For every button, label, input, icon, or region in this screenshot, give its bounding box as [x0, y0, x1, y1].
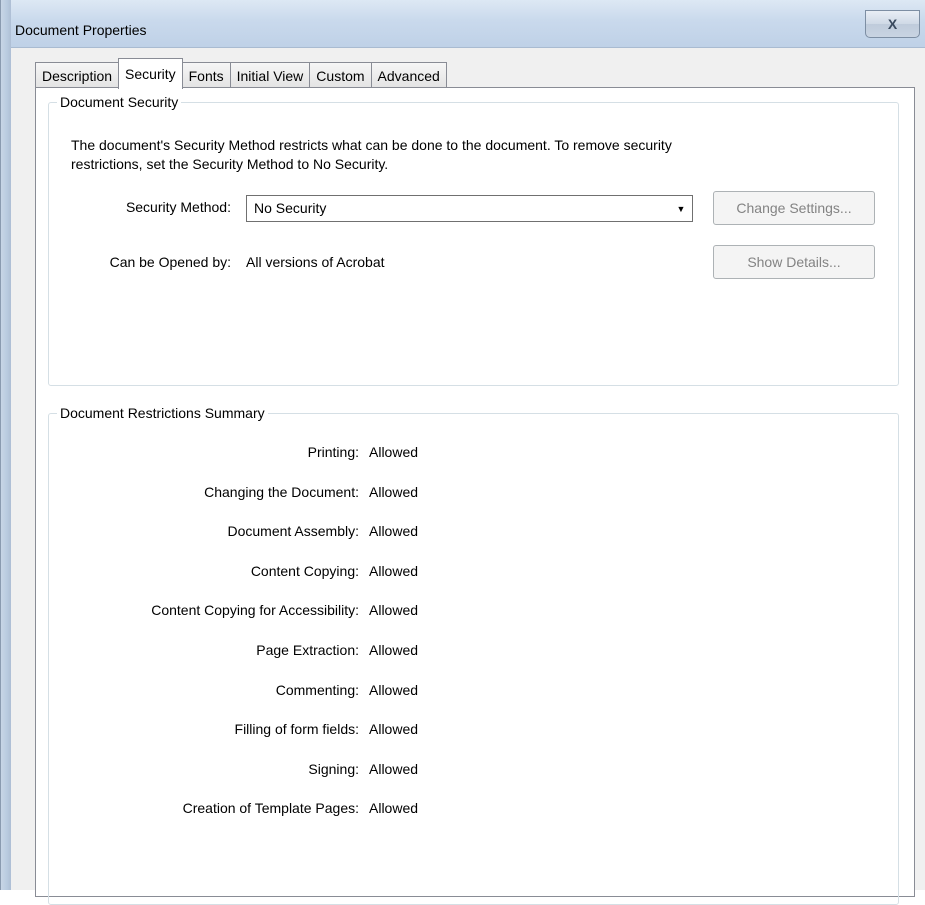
filling-form-fields-value: Allowed	[369, 721, 419, 737]
tab-fonts[interactable]: Fonts	[181, 62, 231, 88]
signing-value: Allowed	[369, 761, 419, 777]
security-method-label: Security Method:	[125, 199, 231, 215]
can-be-opened-by-value: All versions of Acrobat	[246, 254, 385, 270]
security-tab-pane: Document Security The document's Securit…	[35, 87, 915, 905]
creation-template-pages-value: Allowed	[369, 800, 419, 816]
content-copying-accessibility-value: Allowed	[369, 602, 419, 618]
changing-document-label: Changing the Document:	[204, 484, 359, 500]
document-assembly-label: Document Assembly:	[227, 523, 360, 539]
window-left-border	[1, 0, 11, 890]
tab-description[interactable]: Description	[35, 62, 120, 88]
document-properties-window: Document Properties X Description Securi…	[0, 0, 925, 905]
security-description: The document's Security Method restricts…	[71, 136, 831, 174]
document-assembly-value: Allowed	[369, 523, 419, 539]
tab-advanced[interactable]: Advanced	[370, 62, 447, 88]
filling-form-fields-label: Filling of form fields:	[234, 721, 359, 737]
creation-template-pages-label: Creation of Template Pages:	[182, 800, 359, 816]
chevron-down-icon[interactable]: ▼	[670, 196, 692, 221]
title-bar[interactable]: Document Properties X	[1, 0, 925, 48]
close-icon: X	[887, 16, 898, 32]
security-method-value: No Security	[254, 200, 327, 216]
restrictions-summary-legend: Document Restrictions Summary	[60, 405, 265, 421]
page-extraction-value: Allowed	[369, 642, 419, 658]
signing-label: Signing:	[308, 761, 359, 777]
tab-custom[interactable]: Custom	[309, 62, 372, 88]
dialog-client-area: Description Security Fonts Initial View …	[11, 48, 925, 905]
close-button[interactable]: X	[865, 10, 920, 38]
tab-initial-view[interactable]: Initial View	[229, 62, 311, 88]
security-description-line-2: restrictions, set the Security Method to…	[71, 156, 389, 172]
window-title: Document Properties	[15, 22, 147, 38]
content-copying-accessibility-label: Content Copying for Accessibility:	[151, 602, 359, 618]
changing-document-value: Allowed	[369, 484, 419, 500]
commenting-value: Allowed	[369, 682, 419, 698]
tab-strip: Description Security Fonts Initial View …	[35, 58, 447, 89]
security-description-line-1: The document's Security Method restricts…	[71, 137, 672, 153]
document-security-legend: Document Security	[60, 94, 179, 110]
tab-security[interactable]: Security	[118, 58, 183, 89]
change-settings-button[interactable]: Change Settings...	[713, 191, 875, 225]
page-extraction-label: Page Extraction:	[256, 642, 359, 658]
content-copying-value: Allowed	[369, 563, 419, 579]
printing-label: Printing:	[307, 444, 359, 460]
can-be-opened-by-label: Can be Opened by:	[109, 254, 231, 270]
security-method-select[interactable]: No Security ▼	[246, 195, 693, 222]
commenting-label: Commenting:	[275, 682, 359, 698]
document-security-group: Document Security The document's Securit…	[48, 94, 899, 386]
content-copying-label: Content Copying:	[250, 563, 359, 579]
printing-value: Allowed	[369, 444, 419, 460]
restrictions-summary-group: Document Restrictions Summary Printing: …	[48, 405, 899, 905]
show-details-button[interactable]: Show Details...	[713, 245, 875, 279]
